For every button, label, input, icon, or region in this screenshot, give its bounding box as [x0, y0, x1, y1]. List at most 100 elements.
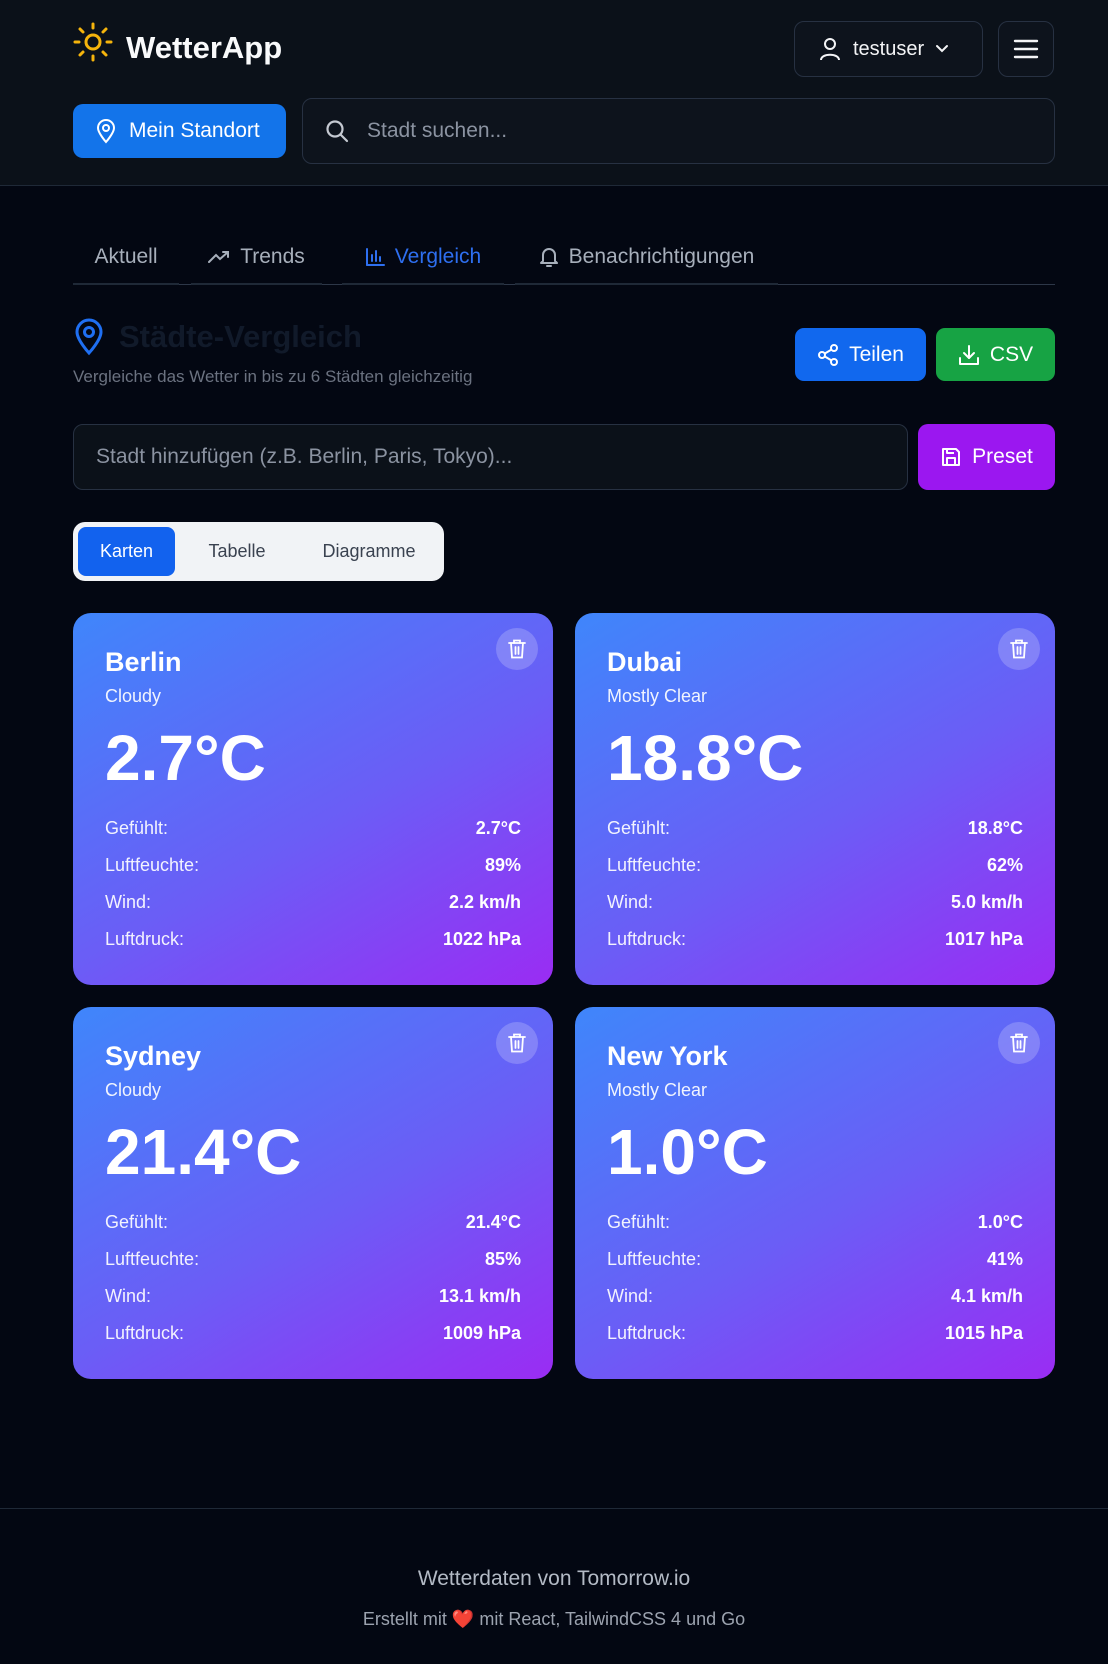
feels-label: Gefühlt:	[105, 1212, 169, 1232]
csv-export-button[interactable]: CSV	[936, 328, 1055, 381]
city-temperature: 21.4°C	[105, 1116, 302, 1188]
hamburger-menu-button[interactable]	[998, 21, 1054, 77]
wind-label: Wind:	[105, 892, 152, 912]
feels-label: Gefühlt:	[105, 818, 169, 838]
humidity-value: 62%	[986, 855, 1023, 875]
city-temperature: 2.7°C	[105, 722, 266, 794]
wind-row: Wind: 2.2 km/h	[105, 884, 521, 921]
humidity-row: Luftfeuchte: 41%	[607, 1241, 1023, 1278]
footer-credits-prefix: Erstellt mit	[362, 1609, 447, 1629]
feels-value: 2.7°C	[475, 818, 521, 838]
share-label: Teilen	[849, 342, 904, 366]
add-city-input[interactable]	[96, 445, 876, 469]
compare-heading: Städte-Vergleich	[73, 318, 362, 356]
pressure-value: 1015 hPa	[944, 1323, 1023, 1343]
feels-value: 18.8°C	[967, 818, 1023, 838]
map-pin-icon	[96, 119, 116, 144]
humidity-value: 85%	[484, 1249, 521, 1269]
app-header: WetterApp testuser Mein Standort	[0, 0, 1108, 186]
delete-city-button[interactable]	[496, 1022, 538, 1064]
pressure-row: Luftdruck: 1009 hPa	[105, 1315, 521, 1352]
view-charts-button[interactable]: Diagramme	[299, 527, 439, 576]
footer-credits-suffix: mit React, TailwindCSS 4 und Go	[479, 1609, 746, 1629]
view-cards-button[interactable]: Karten	[78, 527, 175, 576]
wind-value: 13.1 km/h	[438, 1286, 521, 1306]
tab-aktuell[interactable]: Aktuell	[73, 230, 179, 285]
feels-value: 21.4°C	[465, 1212, 521, 1232]
wind-value: 2.2 km/h	[448, 892, 521, 912]
pressure-value: 1022 hPa	[442, 929, 521, 949]
city-search-box[interactable]	[302, 98, 1055, 164]
share-button[interactable]: Teilen	[795, 328, 926, 381]
trash-icon	[1010, 639, 1028, 659]
pressure-label: Luftdruck:	[105, 1323, 185, 1343]
tab-label: Trends	[240, 244, 305, 268]
city-card-sydney: Sydney Cloudy 21.4°C Gefühlt: 21.4°C Luft…	[73, 1007, 553, 1379]
bar-chart-icon	[365, 247, 385, 266]
preset-label: Preset	[972, 445, 1033, 468]
trash-icon	[1010, 1033, 1028, 1053]
add-city-box[interactable]	[73, 424, 908, 490]
page-title: Städte-Vergleich	[119, 319, 362, 354]
bell-icon	[539, 247, 558, 267]
pressure-label: Luftdruck:	[607, 1323, 687, 1343]
user-menu-button[interactable]: testuser	[794, 21, 983, 77]
wind-value: 4.1 km/h	[950, 1286, 1023, 1306]
wind-row: Wind: 5.0 km/h	[607, 884, 1023, 921]
trash-icon	[508, 1033, 526, 1053]
trending-up-icon	[208, 250, 230, 263]
wind-row: Wind: 13.1 km/h	[105, 1278, 521, 1315]
pressure-label: Luftdruck:	[105, 929, 185, 949]
city-name: New York	[607, 1041, 728, 1071]
my-location-button[interactable]: Mein Standort	[73, 104, 286, 158]
wind-row: Wind: 4.1 km/h	[607, 1278, 1023, 1315]
delete-city-button[interactable]	[998, 1022, 1040, 1064]
feels-row: Gefühlt: 18.8°C	[607, 810, 1023, 847]
preset-button[interactable]: Preset	[918, 424, 1055, 490]
tab-label: Benachrichtigungen	[568, 244, 755, 268]
delete-city-button[interactable]	[496, 628, 538, 670]
feels-label: Gefühlt:	[607, 818, 671, 838]
feels-label: Gefühlt:	[607, 1212, 671, 1232]
city-name: Dubai	[607, 647, 683, 677]
heart-icon: ❤️	[451, 1609, 475, 1629]
city-condition: Mostly Clear	[607, 686, 708, 706]
tab-vergleich[interactable]: Vergleich	[342, 230, 504, 285]
pressure-row: Luftdruck: 1015 hPa	[607, 1315, 1023, 1352]
pressure-row: Luftdruck: 1017 hPa	[607, 921, 1023, 958]
humidity-row: Luftfeuchte: 62%	[607, 847, 1023, 884]
view-table-button[interactable]: Tabelle	[175, 527, 299, 576]
city-name: Berlin	[105, 647, 182, 677]
city-search-input[interactable]	[367, 119, 967, 143]
user-icon	[820, 38, 840, 61]
wind-label: Wind:	[607, 1286, 654, 1306]
city-condition: Cloudy	[105, 686, 162, 706]
city-temperature: 1.0°C	[607, 1116, 768, 1188]
page-subtitle: Vergleiche das Wetter in bis zu 6 Städte…	[73, 367, 473, 386]
view-toggle: Karten Tabelle Diagramme	[73, 522, 444, 581]
chevron-down-icon	[936, 45, 949, 53]
feels-row: Gefühlt: 1.0°C	[607, 1204, 1023, 1241]
pressure-label: Luftdruck:	[607, 929, 687, 949]
footer-credits: Erstellt mit ❤️ mit React, TailwindCSS 4…	[0, 1609, 1108, 1630]
csv-label: CSV	[989, 342, 1034, 366]
save-icon	[942, 448, 961, 466]
humidity-label: Luftfeuchte:	[607, 1249, 702, 1269]
search-icon	[326, 120, 349, 143]
city-condition: Cloudy	[105, 1080, 162, 1100]
wind-label: Wind:	[105, 1286, 152, 1306]
feels-value: 1.0°C	[977, 1212, 1023, 1232]
app-title: WetterApp	[126, 30, 283, 65]
humidity-value: 41%	[986, 1249, 1023, 1269]
city-temperature: 18.8°C	[607, 722, 804, 794]
feels-row: Gefühlt: 2.7°C	[105, 810, 521, 847]
download-icon	[958, 344, 979, 365]
app-logo[interactable]: WetterApp	[73, 18, 282, 66]
tab-benachrichtigungen[interactable]: Benachrichtigungen	[515, 230, 778, 285]
city-condition: Mostly Clear	[607, 1080, 708, 1100]
share-icon	[818, 343, 839, 366]
delete-city-button[interactable]	[998, 628, 1040, 670]
trash-icon	[508, 639, 526, 659]
tab-trends[interactable]: Trends	[191, 230, 322, 285]
feels-row: Gefühlt: 21.4°C	[105, 1204, 521, 1241]
